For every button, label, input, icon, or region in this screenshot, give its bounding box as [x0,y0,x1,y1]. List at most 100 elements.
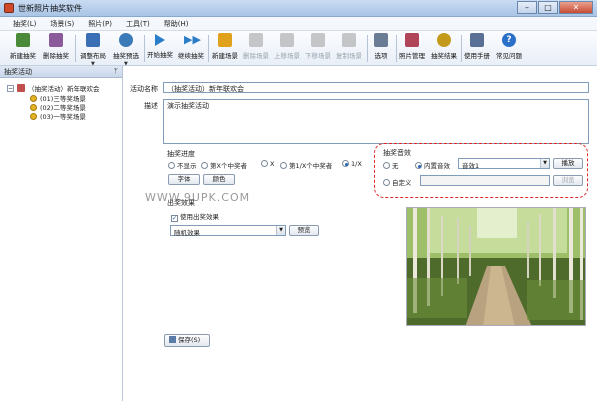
faq-button[interactable]: ? 常见问题 [494,33,524,64]
lottery-result-button[interactable]: 抽奖结果 [429,33,459,64]
progress-group-title: 抽奖进度 [166,149,196,159]
start-lottery-label: 开始抽奖 [147,51,173,59]
forest-road-photo [407,208,585,325]
adjust-layout-label: 调整布局 [80,52,106,60]
description-label: 描述 [144,102,158,110]
continue-lottery-label: 继续抽奖 [178,52,204,60]
pin-icon[interactable]: ᛘ [114,67,118,75]
radio-icon[interactable] [168,162,175,169]
activity-icon [17,84,25,92]
copy-scene-label: 复制场景 [336,52,362,60]
fast-forward-icon: ▶▶ [184,33,201,46]
menu-lottery[interactable]: 抽奖(L) [6,17,43,30]
preselect-button[interactable]: 抽奖预选 ▼ [111,33,141,67]
options-button[interactable]: 选项 [368,33,394,64]
progress-option-label: 第X个中奖者 [210,162,247,170]
play-icon [155,34,165,46]
copy-scene-button[interactable]: 复制场景 [334,33,364,64]
progress-option-none[interactable]: 不显示 [168,160,197,170]
move-up-scene-button[interactable]: 上移场景 [272,33,302,64]
copy-scene-icon [342,33,356,47]
move-down-scene-button[interactable]: 下移场景 [303,33,333,64]
menu-help[interactable]: 帮助(H) [157,17,196,30]
radio-icon[interactable] [261,160,268,167]
new-lottery-button[interactable]: 新建抽奖 [8,33,38,64]
menu-tools[interactable]: 工具(T) [119,17,157,30]
new-scene-icon [218,33,232,47]
title-bar: 世新照片抽奖软件 – □ ✕ [0,0,597,17]
wrench-icon [374,33,388,47]
toolbar: 新建抽奖 删除抽奖 调整布局 ▼ 抽奖预选 ▼ 开始抽奖 ▶▶ 继续抽奖 新建场… [0,31,597,67]
color-button[interactable]: 颜色 [203,174,235,185]
scene-icon [30,103,37,111]
progress-option-label: 不显示 [177,162,197,170]
manual-icon [470,33,484,47]
move-down-icon [311,33,325,47]
progress-option-label: X [270,160,275,168]
menu-photo[interactable]: 照片(P) [81,17,119,30]
start-lottery-button[interactable]: 开始抽奖 [145,33,175,64]
scene-icon [30,94,37,102]
activity-name-label: 活动名称 [130,85,158,93]
progress-option-1-of-x-winner[interactable]: 第1/X个中奖者 [280,160,332,170]
progress-option-x[interactable]: X [261,160,274,168]
checkmark-icon[interactable]: ✓ [171,215,178,222]
delete-lottery-label: 删除抽奖 [43,52,69,60]
progress-option-label: 第1/X个中奖者 [289,162,333,170]
photo-preview [406,207,586,326]
lottery-result-label: 抽奖结果 [431,52,457,60]
close-button[interactable]: ✕ [559,1,593,14]
progress-option-nth-winner[interactable]: 第X个中奖者 [201,160,247,170]
options-label: 选项 [374,52,388,60]
tree-root-label: （抽奖活动）新年联欢会 [28,85,100,93]
move-up-scene-label: 上移场景 [274,52,300,60]
delete-lottery-button[interactable]: 删除抽奖 [41,33,71,64]
font-button[interactable]: 字体 [168,174,200,185]
delete-lottery-icon [49,33,63,47]
chevron-down-icon[interactable]: ▼ [276,226,285,235]
adjust-layout-button[interactable]: 调整布局 ▼ [78,33,108,67]
tree-panel-title: 抽奖活动 [4,68,32,76]
save-button[interactable]: 保存(S) [164,334,210,347]
radio-icon[interactable] [280,162,287,169]
progress-option-label: 1/X [351,160,362,168]
use-effect-checkbox[interactable]: ✓ 使用出奖效果 [171,211,219,222]
new-lottery-icon [16,33,30,47]
maximize-button[interactable]: □ [538,1,558,14]
minimize-button[interactable]: – [517,1,537,14]
activity-name-input[interactable]: （抽奖活动）新年联欢会 [163,82,589,93]
scene-icon [30,112,37,120]
window-controls: – □ ✕ [517,1,593,15]
save-button-label: 保存(S) [178,336,201,344]
menu-scene[interactable]: 场景(S) [43,17,81,30]
preselect-icon [119,33,133,47]
move-down-scene-label: 下移场景 [305,52,331,60]
progress-option-1-of-x[interactable]: 1/X [342,160,362,168]
preview-button[interactable]: 预览 [289,225,319,236]
delete-scene-button[interactable]: 删除场景 [241,33,271,64]
activity-tree-panel: 抽奖活动 ᛘ − （抽奖活动）新年联欢会 (01)三等奖场景 (02)二等奖场景… [0,66,123,401]
manual-button[interactable]: 使用手册 [462,33,492,64]
delete-scene-icon [249,33,263,47]
effect-group: 出奖效果 [166,198,366,243]
highlight-annotation [374,143,588,198]
tree-root-node[interactable]: − （抽奖活动）新年联欢会 [7,83,100,93]
move-up-icon [280,33,294,47]
radio-icon[interactable] [201,162,208,169]
effect-select[interactable]: 随机效果 ▼ [170,225,286,237]
delete-scene-label: 删除场景 [243,52,269,60]
collapse-icon[interactable]: − [7,84,14,92]
new-scene-button[interactable]: 新建场景 [210,33,240,64]
app-icon [4,3,14,13]
result-icon [437,33,451,47]
photo-manage-button[interactable]: 照片管理 [397,33,427,64]
menu-bar: 抽奖(L) 场景(S) 照片(P) 工具(T) 帮助(H) [0,17,597,31]
toolbar-separator [75,35,76,62]
tree-node-scene-3[interactable]: (03)一等奖场景 [30,111,86,121]
photo-manage-icon [405,33,419,47]
help-icon: ? [502,33,516,47]
description-textarea[interactable]: 演示抽奖活动 [163,99,589,144]
radio-icon[interactable] [342,160,349,167]
manual-label: 使用手册 [464,52,490,60]
continue-lottery-button[interactable]: ▶▶ 继续抽奖 [176,33,206,64]
